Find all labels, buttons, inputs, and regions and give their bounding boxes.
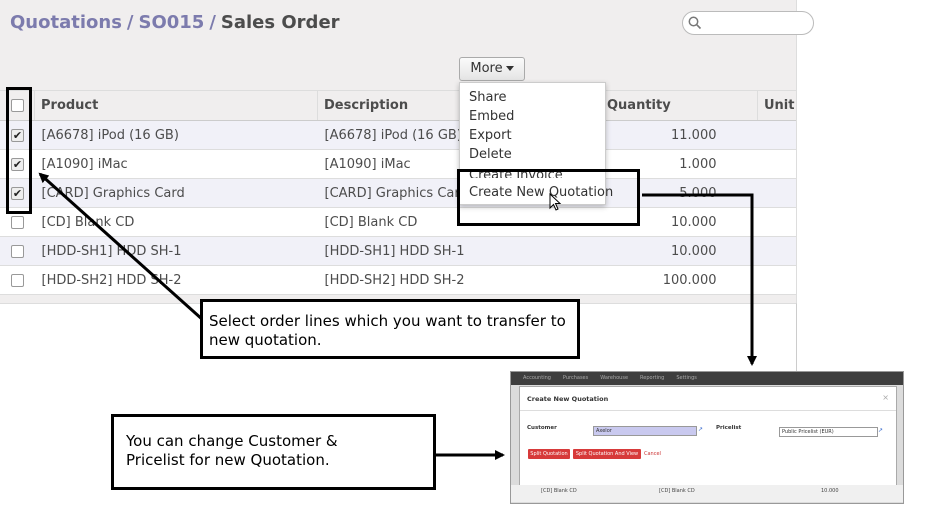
inset-menu-item[interactable]: Accounting: [523, 375, 551, 381]
callout-select-lines: Select order lines which you want to tra…: [200, 299, 580, 359]
create-quotation-dialog: Create New Quotation × Customer Axelor ↗…: [519, 386, 897, 486]
callout-change-customer-text: You can change Customer & Pricelist for …: [126, 432, 338, 469]
inset-menu-item[interactable]: Purchases: [563, 375, 588, 381]
dialog-divider: [520, 410, 896, 411]
customer-label: Customer: [527, 425, 557, 431]
inset-top-menu: Accounting Purchases Warehouse Reporting Set…: [511, 372, 903, 385]
customer-field[interactable]: Axelor: [593, 426, 697, 436]
external-link-icon[interactable]: ↗: [698, 426, 703, 433]
split-quotation-button[interactable]: Split Quotation: [528, 449, 570, 459]
external-link-icon[interactable]: ↗: [878, 427, 883, 434]
callout-change-customer: You can change Customer & Pricelist for …: [111, 414, 436, 490]
inset-menu-item[interactable]: Warehouse: [600, 375, 628, 381]
callout-select-lines-text: Select order lines which you want to tra…: [209, 312, 566, 349]
arrow-to-dialog: [642, 193, 757, 366]
inset-background-row: [CD] Blank CD [CD] Blank CD 10.000: [511, 485, 903, 502]
pricelist-label: Pricelist: [716, 425, 742, 431]
split-quotation-and-view-button[interactable]: Split Quotation And View: [573, 449, 641, 459]
close-icon[interactable]: ×: [882, 393, 889, 402]
cancel-link[interactable]: Cancel: [644, 451, 661, 457]
inset-menu-item[interactable]: Settings: [676, 375, 697, 381]
inset-menu-item[interactable]: Reporting: [640, 375, 664, 381]
inset-product-cell: [CD] Blank CD: [541, 488, 577, 494]
pricelist-field[interactable]: Public Pricelist (EUR): [779, 427, 878, 437]
arrow-to-checkboxes: [38, 172, 205, 322]
dialog-title: Create New Quotation: [527, 395, 609, 403]
inset-quantity-cell: 10.000: [821, 488, 839, 494]
inset-description-cell: [CD] Blank CD: [659, 488, 695, 494]
create-quotation-inset: Accounting Purchases Warehouse Reporting Set…: [510, 371, 904, 504]
